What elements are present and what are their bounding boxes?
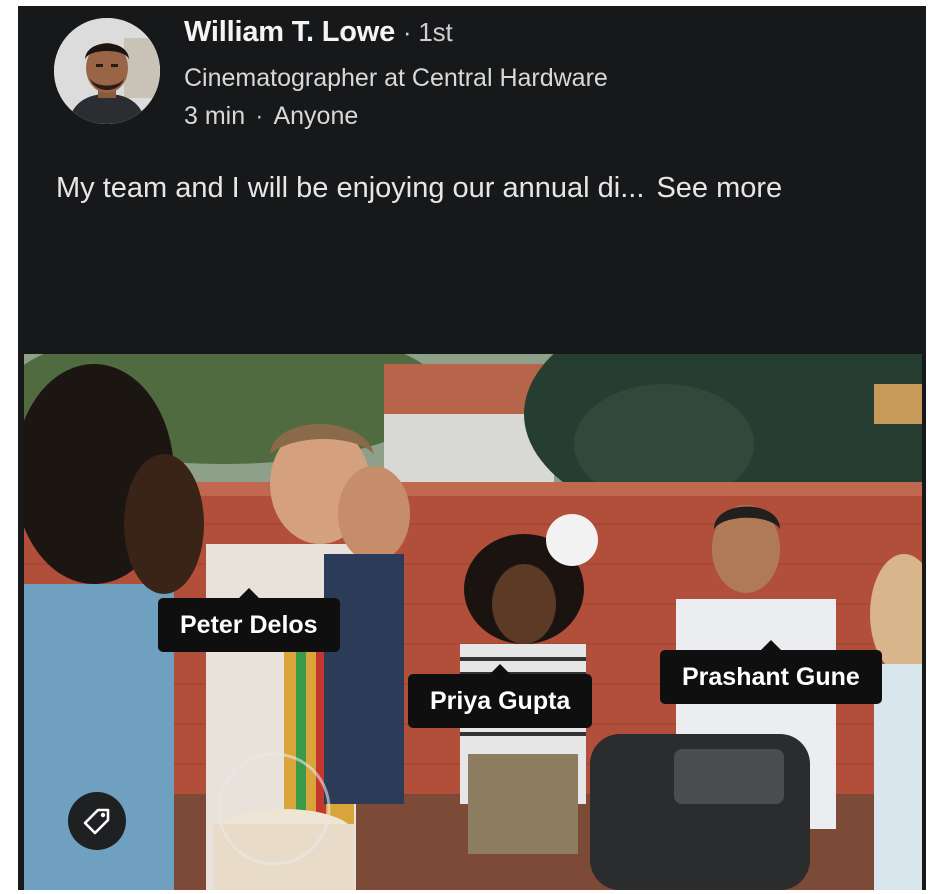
post-visibility: Anyone <box>273 102 359 130</box>
photo-tag-peter-delos[interactable]: Peter Delos <box>158 588 340 652</box>
photo-tag-prashant-gune[interactable]: Prashant Gune <box>660 640 882 704</box>
author-name[interactable]: William T. Lowe · 1st <box>184 16 453 49</box>
post-time: 3 min <box>184 102 246 130</box>
show-tags-button[interactable] <box>68 792 126 850</box>
post-text: My team and I will be enjoying our annua… <box>56 172 782 205</box>
meta-separator: · <box>255 102 264 130</box>
see-more-link[interactable]: See more <box>656 172 782 204</box>
tag-icon <box>83 808 110 835</box>
post-meta: 3 min · Anyone <box>184 102 358 131</box>
author-name-text[interactable]: William T. Lowe <box>184 16 395 48</box>
avatar-image <box>54 18 160 124</box>
author-avatar[interactable] <box>54 18 160 124</box>
post-header: William T. Lowe · 1st Cinematographer at… <box>18 6 926 136</box>
photo-tag-priya-gupta[interactable]: Priya Gupta <box>408 664 593 728</box>
feed-post: William T. Lowe · 1st Cinematographer at… <box>18 6 926 890</box>
connection-degree: · 1st <box>402 17 453 47</box>
post-photo[interactable]: Peter Delos Priya Gupta Prashant Gune <box>24 354 922 890</box>
post-text-content: My team and I will be enjoying our annua… <box>56 172 645 204</box>
author-headline: Cinematographer at Central Hardware <box>184 64 608 92</box>
